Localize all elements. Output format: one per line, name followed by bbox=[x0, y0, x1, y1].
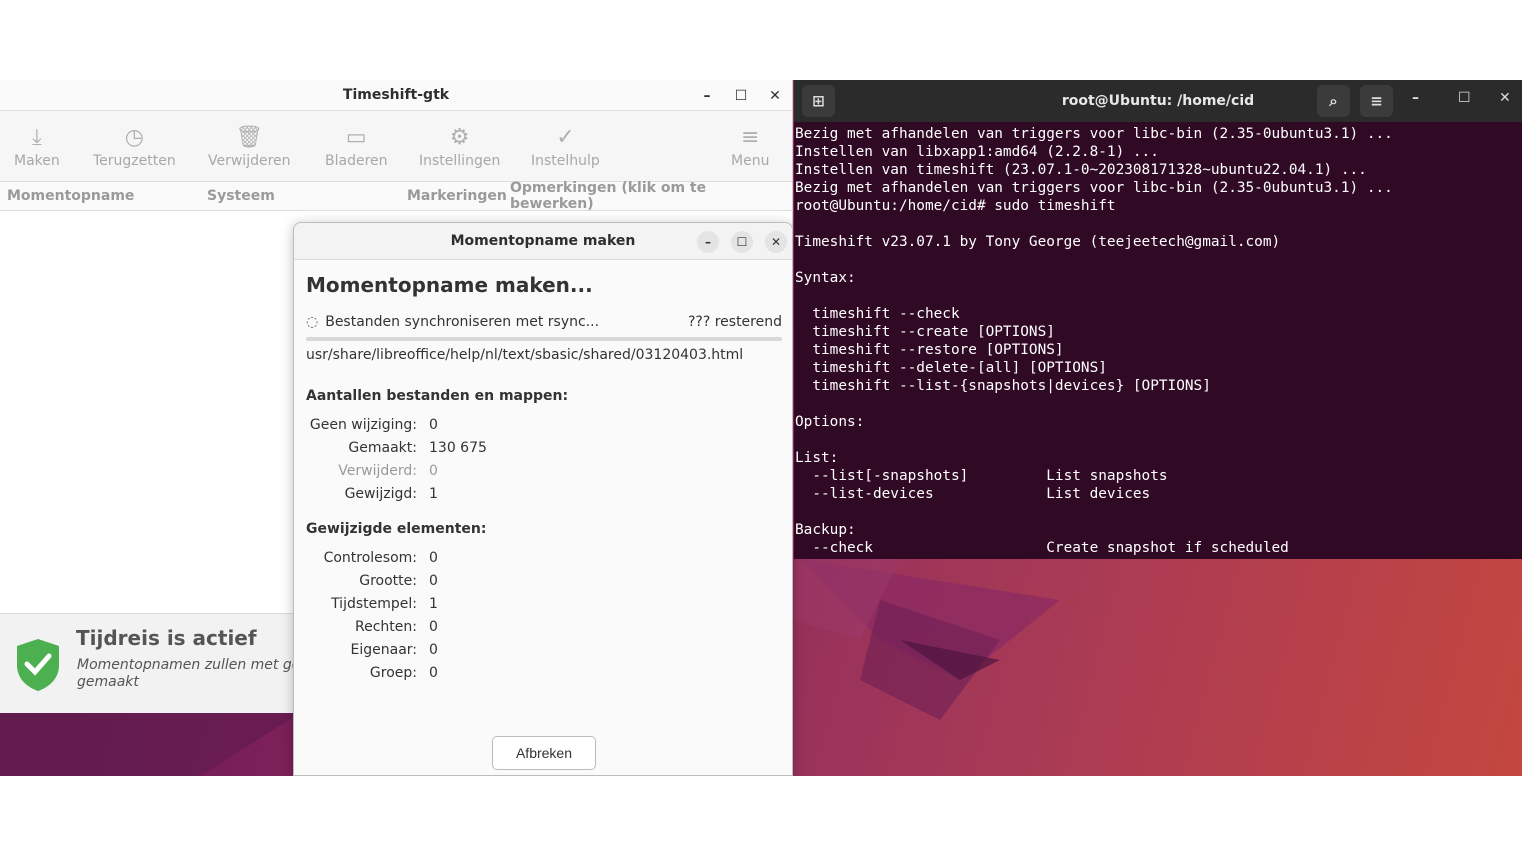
column-headers: Momentopname Systeem Markeringen Opmerki… bbox=[0, 180, 792, 212]
terminal-line: Timeshift v23.07.1 by Tony George (teeje… bbox=[795, 234, 1281, 250]
trash-icon: 🗑 bbox=[235, 125, 264, 150]
remaining-text: ??? resterend bbox=[687, 314, 782, 330]
delete-button[interactable]: 🗑 Verwijderen bbox=[208, 123, 291, 169]
toolbar: ⤓ Maken ◷ Terugzetten 🗑 Verwijderen ▭ Blader… bbox=[0, 111, 792, 182]
terminal-line: List: bbox=[795, 450, 839, 466]
settings-button[interactable]: ⚙ Instellingen bbox=[419, 123, 500, 169]
status-title: Tijdreis is actief bbox=[76, 626, 257, 650]
terminal-line: Options: bbox=[795, 414, 865, 430]
desktop: Timeshift-gtk – ☐ ✕ ⤓ Maken ◷ Terugzetten … bbox=[0, 80, 1522, 776]
terminal-line: root@Ubuntu:/home/cid# sudo timeshift bbox=[795, 198, 1116, 214]
terminal-line: timeshift --delete-[all] [OPTIONS] bbox=[795, 360, 1107, 376]
terminal-close-button[interactable]: ✕ bbox=[1499, 90, 1511, 106]
col-snapshot[interactable]: Momentopname bbox=[7, 188, 134, 204]
terminal-line: --list[-snapshots] List snapshots bbox=[795, 468, 1168, 484]
create-button[interactable]: ⤓ Maken bbox=[14, 123, 60, 169]
spinner-icon: ◌ bbox=[306, 314, 319, 330]
dialog-heading: Momentopname maken... bbox=[306, 273, 593, 297]
status-line-2: gemaakt bbox=[77, 674, 139, 690]
dialog-title: Momentopname maken bbox=[450, 233, 636, 249]
menu-button[interactable]: ≡ Menu bbox=[731, 123, 769, 169]
history-icon: ◷ bbox=[124, 125, 144, 150]
current-file: usr/share/libreoffice/help/nl/text/sbasi… bbox=[306, 347, 744, 363]
changed-header: Gewijzigde elementen: bbox=[306, 521, 487, 537]
progress-text: Bestanden synchroniseren met rsync... bbox=[325, 314, 600, 330]
window-title: Timeshift-gtk bbox=[342, 87, 450, 103]
close-button[interactable]: ✕ bbox=[758, 88, 792, 104]
search-icon[interactable]: ⌕ bbox=[1317, 85, 1350, 117]
minimize-button[interactable]: – bbox=[690, 88, 724, 104]
changed-list: Controlesom: 0 Grootte: 0 Tijdstempel: 1 Re… bbox=[323, 549, 438, 681]
terminal-line: timeshift --check bbox=[795, 306, 960, 322]
counts-list: Geen wijziging: 0 Gemaakt: 130 675 Verwijd… bbox=[309, 416, 487, 502]
terminal-line: Backup: bbox=[795, 522, 856, 538]
dialog-maximize-button[interactable]: ☐ bbox=[731, 231, 753, 253]
download-icon: ⤓ bbox=[32, 125, 42, 150]
folder-icon: ▭ bbox=[345, 125, 367, 150]
dialog-close-button[interactable]: ✕ bbox=[765, 231, 787, 253]
col-comments[interactable]: Opmerkingen (klik om te bewerken) bbox=[510, 180, 792, 212]
terminal-maximize-button[interactable]: ☐ bbox=[1458, 90, 1471, 106]
window-titlebar: Timeshift-gtk – ☐ ✕ bbox=[0, 80, 792, 111]
terminal-line: Instellen van libxapp1:amd64 (2.2.8-1) .… bbox=[795, 144, 1159, 160]
terminal-line: --list-devices List devices bbox=[795, 486, 1151, 502]
browse-button[interactable]: ▭ Bladeren bbox=[325, 123, 388, 169]
hamburger-menu-icon[interactable]: ≡ bbox=[1360, 85, 1393, 117]
gear-icon: ⚙ bbox=[449, 125, 470, 150]
terminal-line: Bezig met afhandelen van triggers voor l… bbox=[795, 180, 1393, 196]
col-tags[interactable]: Markeringen bbox=[407, 188, 507, 204]
restore-button[interactable]: ◷ Terugzetten bbox=[93, 123, 176, 169]
dialog-minimize-button[interactable]: – bbox=[697, 231, 719, 253]
terminal-window: ⊞ root@Ubuntu: /home/cid ⌕ ≡ – ☐ ✕ Bezig… bbox=[794, 80, 1522, 559]
dialog-titlebar: Momentopname maken – ☐ ✕ bbox=[294, 223, 792, 260]
snapshot-dialog: Momentopname maken – ☐ ✕ Momentopname ma… bbox=[293, 222, 793, 776]
new-tab-icon[interactable]: ⊞ bbox=[802, 85, 835, 117]
hamburger-icon: ≡ bbox=[741, 125, 760, 150]
terminal-output[interactable]: Bezig met afhandelen van triggers voor l… bbox=[794, 122, 1522, 559]
terminal-title: root@Ubuntu: /home/cid bbox=[1061, 93, 1255, 109]
terminal-minimize-button[interactable]: – bbox=[1412, 90, 1419, 106]
counts-header: Aantallen bestanden en mappen: bbox=[306, 388, 569, 404]
progress-bar bbox=[306, 337, 782, 341]
terminal-titlebar: ⊞ root@Ubuntu: /home/cid ⌕ ≡ – ☐ ✕ bbox=[794, 80, 1522, 122]
terminal-line: Instellen van timeshift (23.07.1-0~20230… bbox=[795, 162, 1367, 178]
cancel-button[interactable]: Afbreken bbox=[492, 736, 596, 770]
terminal-line: timeshift --create [OPTIONS] bbox=[795, 324, 1055, 340]
check-circle-icon: ✓ bbox=[556, 125, 575, 150]
terminal-line: Syntax: bbox=[795, 270, 856, 286]
shield-check-icon bbox=[17, 639, 59, 691]
terminal-line: --check Create snapshot if scheduled bbox=[795, 540, 1289, 556]
maximize-button[interactable]: ☐ bbox=[724, 88, 758, 104]
col-system[interactable]: Systeem bbox=[207, 188, 275, 204]
status-line-1: Momentopnamen zullen met geka bbox=[77, 657, 318, 673]
wizard-button[interactable]: ✓ Instelhulp bbox=[531, 123, 600, 169]
terminal-line: timeshift --list-{snapshots|devices} [OP… bbox=[795, 378, 1211, 394]
terminal-line: timeshift --restore [OPTIONS] bbox=[795, 342, 1064, 358]
terminal-line: Bezig met afhandelen van triggers voor l… bbox=[795, 126, 1393, 142]
